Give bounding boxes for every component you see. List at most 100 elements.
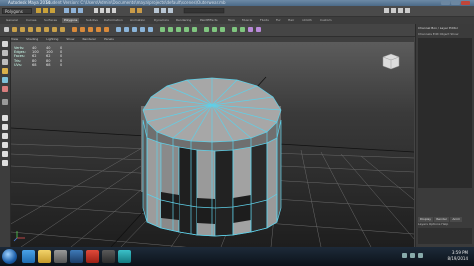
poly-prism-icon[interactable] (52, 27, 57, 32)
bridge-icon[interactable] (124, 27, 129, 32)
snap-point-icon (106, 8, 110, 13)
bevel-icon[interactable] (168, 27, 173, 32)
app-icon[interactable] (102, 250, 115, 263)
shelf-tab-fur[interactable]: Fur (274, 18, 283, 23)
select-component-icon (78, 8, 83, 13)
shelf-tab-rendering[interactable]: Rendering (174, 18, 193, 23)
viewport-scene[interactable] (11, 42, 414, 247)
shelf-tab-fluids[interactable]: Fluids (258, 18, 271, 23)
shelf-tab-animation[interactable]: Animation (128, 18, 147, 23)
channel-box-body[interactable] (418, 38, 472, 188)
poke-icon[interactable] (184, 27, 189, 32)
append-icon[interactable] (132, 27, 137, 32)
single-perspective-layout-icon[interactable] (2, 115, 8, 121)
last-tool-icon[interactable] (2, 99, 8, 105)
select-tool-icon[interactable] (2, 41, 8, 47)
poly-sphere-icon[interactable] (4, 27, 9, 32)
fill-hole-icon[interactable] (140, 27, 145, 32)
shelf-tab-muscle[interactable]: Muscle (240, 18, 254, 23)
shelf-tab-general[interactable]: General (4, 18, 20, 23)
panel-menu-show[interactable]: Show (66, 37, 74, 41)
start-button[interactable] (2, 249, 17, 264)
poly-cylinder-icon[interactable] (20, 27, 25, 32)
open-scene-icon (43, 8, 48, 13)
chamfer-icon[interactable] (176, 27, 181, 32)
smooth-icon[interactable] (104, 27, 109, 32)
mode-dropdown[interactable]: Polygons (2, 8, 32, 14)
shelf-tab-surfaces[interactable]: Surfaces (42, 18, 59, 23)
cut-faces-icon[interactable] (240, 27, 245, 32)
move-tool-icon[interactable] (2, 68, 8, 74)
paint-select-tool-icon[interactable] (2, 59, 8, 65)
booleans-icon[interactable] (96, 27, 101, 32)
persp-graph-layout-icon[interactable] (2, 142, 8, 148)
scale-tool-icon[interactable] (2, 86, 8, 92)
maximize-button[interactable] (451, 1, 460, 5)
show-tool-settings-icon (398, 8, 403, 13)
combine-icon[interactable] (72, 27, 77, 32)
tray-network-icon[interactable] (402, 253, 407, 258)
triangulate-icon[interactable] (212, 27, 217, 32)
file-explorer-icon[interactable] (38, 250, 51, 263)
perspective-viewport[interactable]: Verts: 40 40 0 Edges: 100 100 0 Faces: 6… (11, 42, 414, 247)
extrude-icon[interactable] (116, 27, 121, 32)
shelf-tab-deformation[interactable]: Deformation (102, 18, 125, 23)
rotate-tool-icon[interactable] (2, 77, 8, 83)
steam-icon[interactable] (70, 250, 83, 263)
shelf-tab-ncloth[interactable]: nCloth (300, 18, 314, 23)
wedge-icon[interactable] (192, 27, 197, 32)
extract-icon[interactable] (88, 27, 93, 32)
show-modeling-toolkit-icon (384, 8, 389, 13)
poly-torus-icon[interactable] (44, 27, 49, 32)
maya-icon[interactable] (118, 250, 131, 263)
merge-icon[interactable] (148, 27, 153, 32)
panel-menu-panels[interactable]: Panels (104, 37, 114, 41)
taskbar-clock[interactable]: 3:59 PM 8/19/2014 (447, 250, 468, 262)
status-line-svg (36, 7, 410, 14)
shelf-tab-polygons[interactable]: Polygons (62, 18, 80, 23)
shelf-tab-dynamics[interactable]: Dynamics (152, 18, 171, 23)
panel-menu-renderer[interactable]: Renderer (82, 37, 96, 41)
persp-outliner-layout-icon[interactable] (2, 133, 8, 139)
lasso-tool-icon[interactable] (2, 50, 8, 56)
poly-pyramid-icon[interactable] (60, 27, 65, 32)
layer-tabs: Display Render Anim (418, 216, 473, 222)
poly-cube-icon[interactable] (12, 27, 17, 32)
status-line-icons (34, 7, 414, 14)
snap-grid-icon (94, 8, 98, 13)
shelf-tab-subdivs[interactable]: Subdivs (84, 18, 100, 23)
shelf-tab-hair[interactable]: Hair (286, 18, 296, 23)
poly-plane-icon[interactable] (36, 27, 41, 32)
reduce-icon[interactable] (204, 27, 209, 32)
panel-menu-lighting[interactable]: Lighting (46, 37, 58, 41)
toolbox (0, 37, 11, 247)
four-view-layout-icon[interactable] (2, 124, 8, 130)
planar-map-icon[interactable] (256, 27, 261, 32)
chrome-icon[interactable] (86, 250, 99, 263)
render-frame-icon (154, 8, 159, 13)
insert-edge-loop-icon[interactable] (160, 27, 165, 32)
poly-cone-icon[interactable] (28, 27, 33, 32)
quadrangulate-icon[interactable] (220, 27, 225, 32)
media-player-icon[interactable] (54, 250, 67, 263)
layer-editor-menu[interactable]: Layers Options Help (418, 222, 473, 226)
tray-flag-icon[interactable] (418, 253, 423, 258)
outliner-layout-icon[interactable] (2, 160, 8, 166)
ipr-render-icon (161, 8, 166, 13)
uv-editor-icon[interactable] (248, 27, 253, 32)
channel-box-menu[interactable]: Channels Edit Object Show (418, 32, 473, 36)
close-button[interactable] (461, 1, 470, 5)
panel-menu-shading[interactable]: Shading (26, 37, 38, 41)
internet-explorer-icon[interactable] (22, 250, 35, 263)
separate-icon[interactable] (80, 27, 85, 32)
layer-editor-body[interactable] (418, 228, 472, 244)
shelf-tab-painteffects[interactable]: PaintEffects (198, 18, 220, 23)
shelf-tab-toon[interactable]: Toon (226, 18, 237, 23)
mirror-icon[interactable] (232, 27, 237, 32)
shelf-tab-curves[interactable]: Curves (24, 18, 38, 23)
hypershade-layout-icon[interactable] (2, 151, 8, 157)
minimize-button[interactable] (441, 1, 450, 5)
tray-volume-icon[interactable] (410, 253, 415, 258)
shelf-tab-custom[interactable]: Custom (318, 18, 334, 23)
panel-menu-view[interactable]: View (11, 37, 18, 41)
